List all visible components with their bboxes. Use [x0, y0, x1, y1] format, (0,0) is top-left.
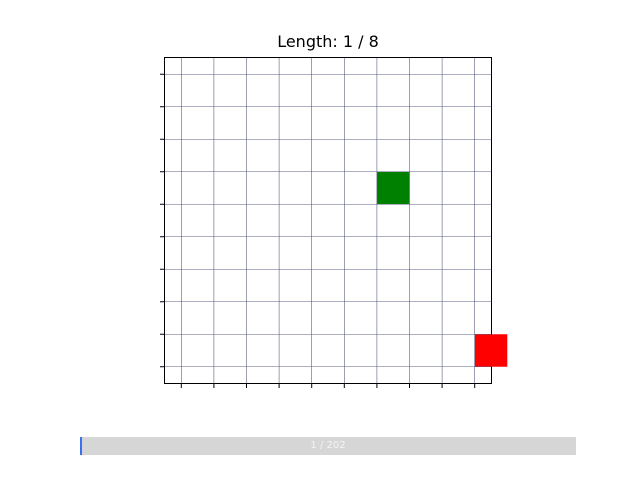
snake-segment	[376, 171, 410, 205]
frame-progress-bar[interactable]: 1 / 202	[80, 437, 576, 455]
food-cell	[474, 334, 508, 367]
board-grid	[160, 58, 508, 388]
frame-counter: 1 / 202	[310, 440, 346, 451]
game-viewer: Length: 1 / 8 1 / 202	[0, 0, 640, 480]
game-board	[160, 57, 508, 388]
game-title: Length: 1 / 8	[277, 32, 379, 51]
